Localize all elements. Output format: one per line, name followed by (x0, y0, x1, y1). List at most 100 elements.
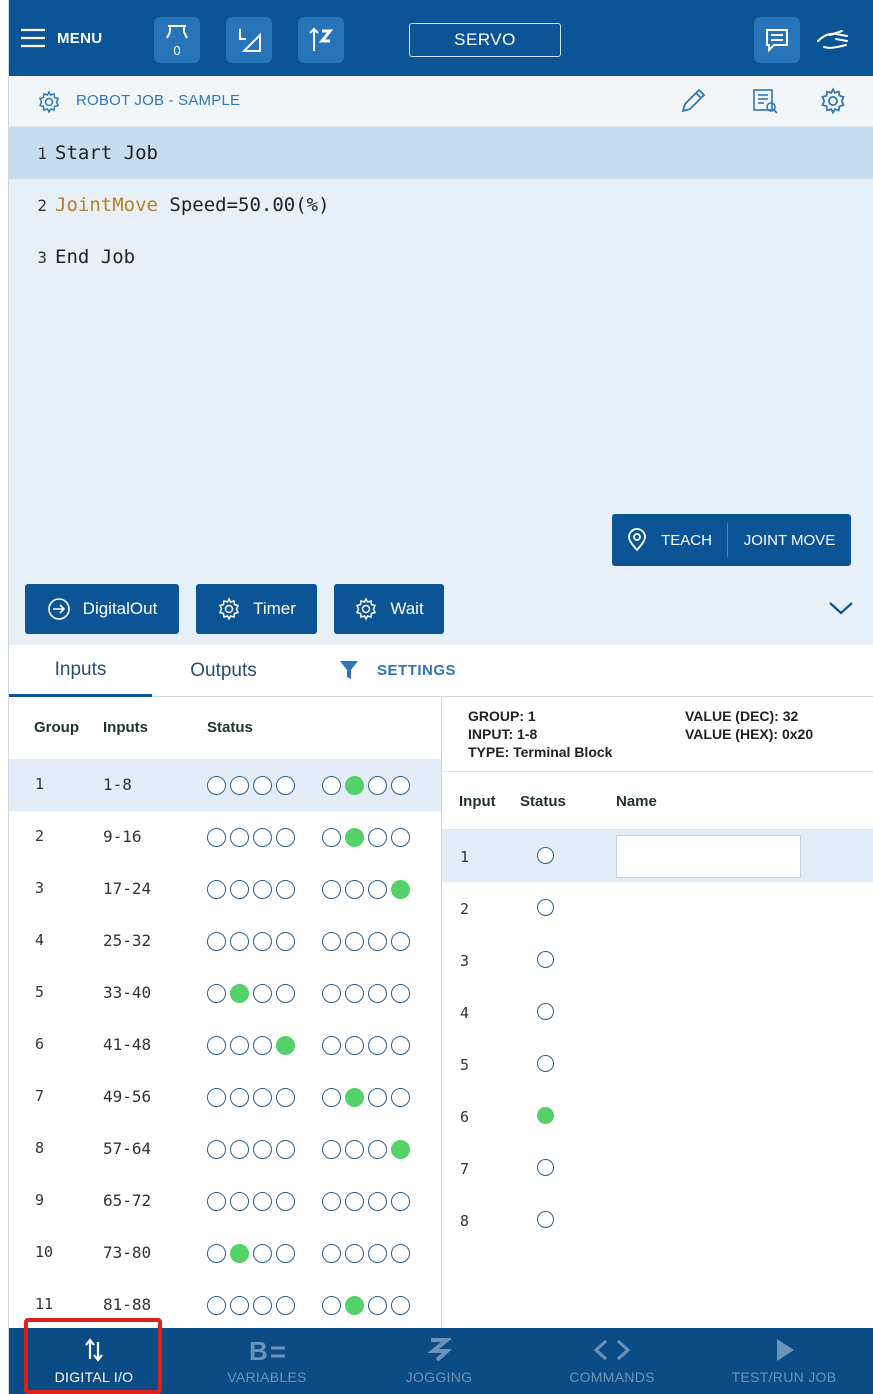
group-info: GROUP: 1 INPUT: 1-8 TYPE: Terminal Block… (442, 697, 873, 772)
nav-jogging[interactable]: JOGGING (364, 1328, 514, 1394)
teach-button[interactable]: TEACH (612, 523, 728, 557)
messages-button[interactable] (754, 17, 800, 63)
input-row[interactable]: 6 (442, 1090, 873, 1142)
line-number: 2 (37, 195, 47, 215)
digitalout-button[interactable]: DigitalOut (25, 584, 179, 634)
input-number: 7 (460, 1160, 470, 1178)
input-number: 1 (460, 848, 470, 866)
status-off-indicator (368, 880, 387, 899)
input-range: 33-40 (103, 983, 152, 1002)
status-off-indicator (322, 1036, 341, 1055)
name-input[interactable] (616, 835, 801, 878)
input-row[interactable]: 1 (442, 830, 873, 882)
job-settings-button[interactable] (819, 87, 847, 115)
program-line[interactable]: 3 End Job (9, 231, 873, 283)
status-dots (322, 776, 410, 795)
status-dots (207, 880, 295, 899)
table-row[interactable]: 1 1-8 (9, 759, 441, 811)
tab-inputs[interactable]: Inputs (9, 645, 152, 697)
input-range: 73-80 (103, 1243, 152, 1262)
info-value-hex: VALUE (HEX): 0x20 (685, 726, 814, 742)
status-off-indicator (230, 1036, 249, 1055)
input-row[interactable]: 3 (442, 934, 873, 986)
status-dots (322, 1140, 410, 1159)
edit-button[interactable] (679, 87, 707, 115)
status-dots (322, 1036, 410, 1055)
input-row[interactable]: 8 (442, 1194, 873, 1246)
nav-test-run-job[interactable]: TEST/RUN JOB (709, 1328, 859, 1394)
input-number: 4 (460, 1004, 470, 1022)
program-line[interactable]: 1 Start Job (9, 127, 873, 179)
servo-button[interactable]: SERVO (409, 23, 561, 57)
status-off-indicator (368, 1192, 387, 1211)
status-off-indicator (207, 932, 226, 951)
nav-commands[interactable]: COMMANDS (537, 1328, 687, 1394)
status-on-indicator (391, 880, 410, 899)
status-off-indicator (368, 1140, 387, 1159)
status-dots (207, 1088, 295, 1107)
status-off-indicator (230, 1140, 249, 1159)
table-row[interactable]: 3 17-24 (9, 863, 441, 915)
status-off-indicator (322, 1296, 341, 1315)
menu-button[interactable]: MENU (19, 22, 102, 54)
nav-label: COMMANDS (569, 1369, 655, 1385)
input-range: 81-88 (103, 1295, 152, 1314)
input-row[interactable]: 4 (442, 986, 873, 1038)
status-off-indicator (253, 1140, 272, 1159)
status-off-indicator (276, 1088, 295, 1107)
status-dots (322, 984, 410, 1003)
detail-header: Input Status Name (442, 772, 873, 830)
input-range: 49-56 (103, 1087, 152, 1106)
tool-select-button[interactable]: 0 (154, 17, 200, 63)
table-row[interactable]: 10 73-80 (9, 1227, 441, 1279)
play-icon (777, 1339, 794, 1361)
filter-icon (340, 661, 358, 679)
input-detail-panel: GROUP: 1 INPUT: 1-8 TYPE: Terminal Block… (442, 697, 873, 1328)
status-off-indicator (391, 1036, 410, 1055)
status-off-indicator (322, 1244, 341, 1263)
status-off-indicator (345, 932, 364, 951)
wait-button[interactable]: Wait (334, 584, 444, 634)
table-row[interactable]: 2 9-16 (9, 811, 441, 863)
joint-move-button[interactable]: JOINT MOVE (728, 532, 851, 549)
wait-label: Wait (390, 599, 424, 618)
jog-mode-button[interactable] (298, 17, 344, 63)
pencil-icon (681, 88, 706, 113)
table-row[interactable]: 6 41-48 (9, 1019, 441, 1071)
status-off-indicator (322, 984, 341, 1003)
hand-guide-button[interactable] (813, 20, 853, 60)
status-off-indicator (537, 847, 554, 864)
table-row[interactable]: 9 65-72 (9, 1175, 441, 1227)
status-off-indicator (368, 1296, 387, 1315)
input-range: 17-24 (103, 879, 152, 898)
input-range: 41-48 (103, 1035, 152, 1054)
status-dots (207, 1036, 295, 1055)
status-off-indicator (253, 1192, 272, 1211)
coordinate-frame-icon (239, 29, 261, 52)
program-line[interactable]: 2 JointMove Speed=50.00(%) (9, 179, 873, 231)
gear-icon (219, 597, 240, 621)
table-row[interactable]: 4 25-32 (9, 915, 441, 967)
coordinate-button[interactable] (226, 17, 272, 63)
input-range: 9-16 (103, 827, 142, 846)
table-row[interactable]: 7 49-56 (9, 1071, 441, 1123)
table-row[interactable]: 5 33-40 (9, 967, 441, 1019)
input-row[interactable]: 7 (442, 1142, 873, 1194)
tab-outputs[interactable]: Outputs (152, 645, 295, 697)
status-off-indicator (322, 1192, 341, 1211)
status-dots (207, 1244, 295, 1263)
input-row[interactable]: 5 (442, 1038, 873, 1090)
nav-variables[interactable]: B VARIABLES (192, 1328, 342, 1394)
status-off-indicator (368, 1244, 387, 1263)
status-off-indicator (322, 1140, 341, 1159)
input-number: 3 (460, 952, 470, 970)
collapse-chevron-icon[interactable] (827, 598, 855, 623)
jogging-icon (427, 1338, 451, 1362)
table-row[interactable]: 8 57-64 (9, 1123, 441, 1175)
io-tabs: Inputs Outputs SETTINGS (9, 645, 873, 697)
job-list-button[interactable] (751, 87, 779, 115)
settings-button[interactable]: SETTINGS (339, 659, 456, 681)
timer-button[interactable]: Timer (196, 584, 317, 634)
input-row[interactable]: 2 (442, 882, 873, 934)
top-bar: MENU 0 SERVO (9, 0, 873, 76)
